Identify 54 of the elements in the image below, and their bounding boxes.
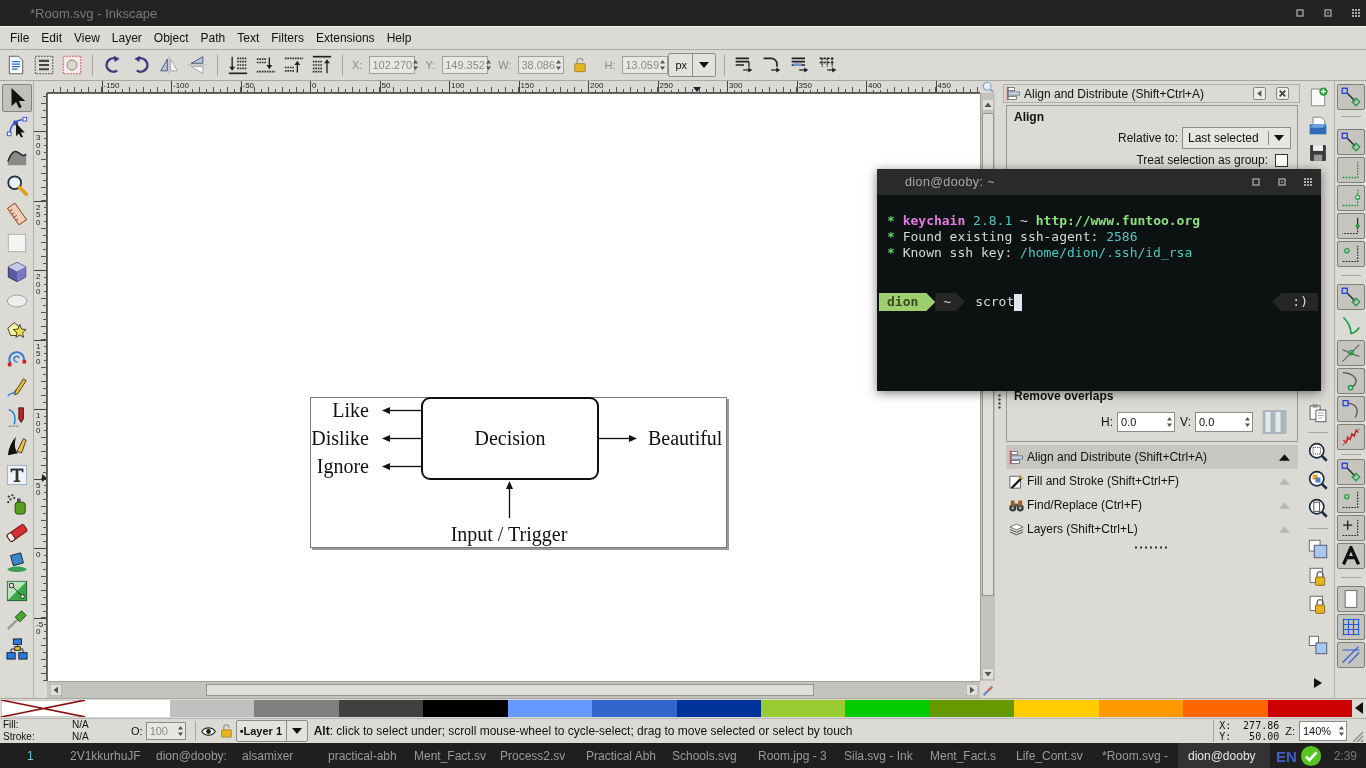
coordinate-label: X: — [1219, 720, 1233, 731]
ruler-label: 0 — [311, 81, 317, 90]
field-label: X: — [352, 59, 363, 71]
ruler-label: 250 — [36, 203, 44, 226]
ruler-label: 100 — [36, 412, 44, 435]
ruler-label: 300 — [36, 134, 44, 157]
ruler-label: 200 — [36, 273, 44, 296]
window-title: *Room.svg - Inkscape — [30, 5, 158, 21]
ruler-label: 200 — [589, 81, 604, 90]
field-label: Y: — [425, 59, 436, 71]
section-heading: Remove overlaps — [1013, 389, 1114, 403]
field-label: V: — [1180, 415, 1191, 429]
stroke-label: Stroke: — [3, 731, 36, 743]
prompt-user: dion — [879, 293, 936, 311]
stroke-value: N/A — [72, 731, 90, 743]
prompt-status: :) — [1272, 293, 1318, 311]
ruler-label: 450 — [936, 81, 951, 90]
ruler-label: 50 — [380, 81, 391, 90]
prompt-directory: ~ — [935, 293, 966, 311]
coordinate-value: 50.00 — [1248, 731, 1280, 742]
ruler-label: -150 — [102, 81, 120, 90]
ruler-label: 100 — [450, 81, 465, 90]
diagram-label: Input / Trigger — [450, 523, 568, 545]
ruler-label: 350 — [797, 81, 812, 90]
field-label: H: — [604, 59, 616, 71]
section-heading: Align — [1013, 110, 1044, 124]
field-label: W: — [498, 59, 512, 71]
decision-node: Decision — [421, 397, 599, 480]
field-label: H: — [1101, 415, 1114, 429]
status-message: Alt: click to select under; scroll mouse-wheel to cycle-select; drag to move selected or select by touch — [313, 724, 853, 738]
ruler-label: 150 — [36, 342, 44, 365]
diagram-label: Like — [332, 399, 369, 421]
diagram-label: Ignore — [316, 455, 369, 477]
ruler-label: 250 — [658, 81, 673, 90]
ruler-label: 50 — [36, 481, 44, 497]
fill-label: Fill: — [3, 719, 20, 731]
ruler-label: 400 — [867, 81, 882, 90]
field-label: Relative to: — [1117, 131, 1178, 145]
opacity-label: O: — [131, 725, 143, 737]
ruler-label: 300 — [728, 81, 743, 90]
diagram-label: Beautiful — [648, 427, 723, 449]
ruler-label: -50 — [36, 620, 44, 636]
diagram-label: Dislike — [311, 427, 369, 449]
ruler-label: 150 — [519, 81, 534, 90]
fill-value: N/A — [72, 719, 90, 731]
clock: 2:39 — [1333, 749, 1357, 763]
zoom-label: Z: — [1285, 725, 1295, 737]
coordinate-value: 277.86 — [1242, 720, 1280, 731]
ruler-label: 0 — [36, 551, 44, 559]
coordinate-label: Y: — [1219, 731, 1233, 742]
ruler-label: -50 — [241, 81, 255, 90]
ruler-label: -100 — [172, 81, 189, 90]
checkbox-label: Treat selection as group: — [1136, 153, 1268, 167]
panel-title: Align and Distribute (Shift+Ctrl+A) — [1024, 86, 1205, 101]
